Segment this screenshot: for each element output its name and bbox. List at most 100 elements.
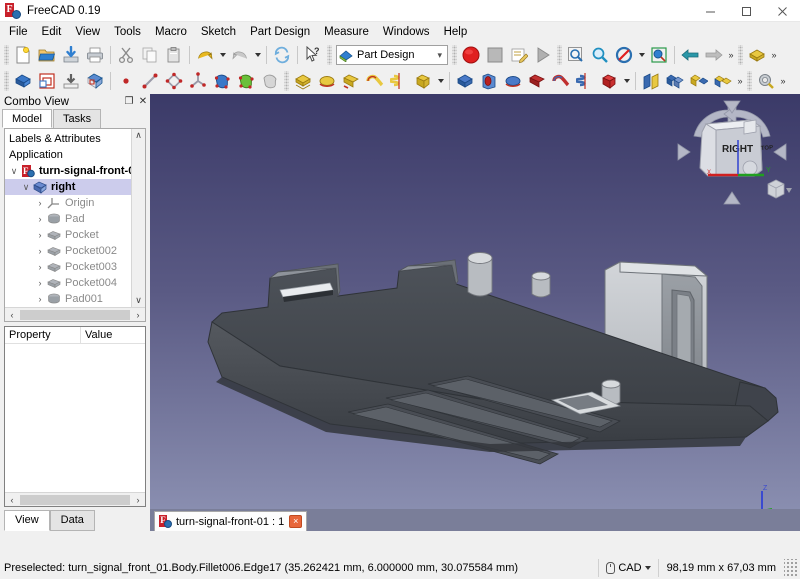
tab-data[interactable]: Data — [49, 510, 95, 531]
subtractive-pipe-icon[interactable] — [549, 69, 573, 93]
draw-style-icon[interactable] — [612, 43, 636, 67]
toolbar-handle[interactable] — [452, 45, 457, 65]
create-shapebinder-icon[interactable] — [210, 69, 234, 93]
scroll-down-icon[interactable]: ∨ — [135, 294, 142, 307]
tree-item-pocket002[interactable]: › Pocket002 — [5, 243, 145, 259]
tree-item-body-right[interactable]: ∨ right — [5, 179, 145, 196]
create-polyline-icon[interactable] — [162, 69, 186, 93]
create-line-icon[interactable] — [138, 69, 162, 93]
chevron-down-icon[interactable]: ∨ — [19, 182, 33, 193]
macro-execute-icon[interactable] — [531, 43, 555, 67]
create-point-icon[interactable] — [114, 69, 138, 93]
additive-loft-icon[interactable] — [339, 69, 363, 93]
toolbar-handle[interactable] — [747, 71, 752, 91]
create-sketch-icon[interactable] — [35, 69, 59, 93]
close-panel-icon[interactable]: ✕ — [136, 96, 150, 107]
subtractive-dropdown-icon[interactable] — [621, 69, 632, 93]
tree-horizontal-scrollbar[interactable]: ‹ › — [5, 307, 145, 322]
tree-item-pocket003[interactable]: › Pocket003 — [5, 259, 145, 275]
toolbar-handle[interactable] — [4, 45, 9, 65]
fit-all-icon[interactable] — [564, 43, 588, 67]
tree-item-pocket004[interactable]: › Pocket004 — [5, 275, 145, 291]
redo-icon[interactable] — [228, 43, 252, 67]
undo-dropdown-icon[interactable] — [217, 43, 228, 67]
undo-icon[interactable] — [193, 43, 217, 67]
menu-sketch[interactable]: Sketch — [194, 24, 243, 41]
menu-measure[interactable]: Measure — [317, 24, 376, 41]
chevron-right-icon[interactable]: › — [33, 278, 47, 288]
additive-pipe-icon[interactable] — [363, 69, 387, 93]
create-datum-icon[interactable] — [186, 69, 210, 93]
scroll-left-icon[interactable]: ‹ — [5, 310, 19, 320]
maximize-button[interactable] — [728, 0, 764, 22]
pocket-icon[interactable] — [453, 69, 477, 93]
subtractive-loft-icon[interactable] — [525, 69, 549, 93]
save-document-icon[interactable] — [59, 43, 83, 67]
additive-box-icon[interactable] — [411, 69, 435, 93]
close-button[interactable] — [764, 0, 800, 22]
chevron-down-icon[interactable]: ∨ — [7, 166, 21, 177]
menu-file[interactable]: File — [2, 24, 35, 41]
macro-record-icon[interactable] — [459, 43, 483, 67]
toolbar-overflow-icon[interactable]: » — [769, 50, 779, 60]
subtractive-box-icon[interactable] — [597, 69, 621, 93]
workbench-selector[interactable]: Part Design ▾ — [336, 45, 448, 65]
redo-dropdown-icon[interactable] — [252, 43, 263, 67]
tab-view[interactable]: View — [4, 510, 50, 531]
chevron-right-icon[interactable]: › — [33, 230, 47, 240]
scroll-left-icon[interactable]: ‹ — [5, 495, 19, 505]
property-horizontal-scrollbar[interactable]: ‹ › — [5, 492, 145, 506]
tab-tasks[interactable]: Tasks — [52, 109, 102, 129]
toolbar-handle[interactable] — [738, 45, 743, 65]
create-body-icon[interactable] — [11, 69, 35, 93]
fit-selection-icon[interactable] — [588, 43, 612, 67]
chevron-right-icon[interactable]: › — [33, 246, 47, 256]
copy-icon[interactable] — [138, 43, 162, 67]
cut-icon[interactable] — [114, 43, 138, 67]
menu-windows[interactable]: Windows — [376, 24, 437, 41]
toolbar-handle[interactable] — [557, 45, 562, 65]
print-icon[interactable] — [83, 43, 107, 67]
chevron-right-icon[interactable]: › — [33, 262, 47, 272]
previous-view-icon[interactable] — [678, 43, 702, 67]
whats-this-icon[interactable]: ? — [301, 43, 325, 67]
tree-item-document[interactable]: ∨ F turn-signal-front-01 — [5, 163, 145, 179]
tree-vertical-scrollbar[interactable]: ∧ ∨ — [131, 129, 145, 308]
3d-canvas[interactable]: RIGHT TOP X Y — [150, 94, 800, 531]
next-view-icon[interactable] — [702, 43, 726, 67]
refresh-icon[interactable] — [270, 43, 294, 67]
revolution-icon[interactable] — [315, 69, 339, 93]
axonometric-icon[interactable] — [647, 43, 671, 67]
paste-icon[interactable] — [162, 43, 186, 67]
tree-item-pocket[interactable]: › Pocket — [5, 227, 145, 243]
tree-item-origin[interactable]: › Origin — [5, 195, 145, 211]
menu-macro[interactable]: Macro — [148, 24, 194, 41]
map-sketch-icon[interactable] — [83, 69, 107, 93]
measure-icon[interactable] — [754, 69, 778, 93]
create-subshapebinder-icon[interactable] — [234, 69, 258, 93]
macro-stop-icon[interactable] — [483, 43, 507, 67]
toolbar-overflow-icon[interactable]: » — [735, 76, 745, 86]
menu-edit[interactable]: Edit — [35, 24, 69, 41]
linear-pattern-icon[interactable] — [663, 69, 687, 93]
pad-icon[interactable] — [745, 43, 769, 67]
additive-helix-icon[interactable] — [387, 69, 411, 93]
hole-icon[interactable] — [477, 69, 501, 93]
scroll-right-icon[interactable]: › — [131, 495, 145, 505]
draw-style-dropdown-icon[interactable] — [636, 43, 647, 67]
menu-part-design[interactable]: Part Design — [243, 24, 317, 41]
polar-pattern-icon[interactable] — [687, 69, 711, 93]
resize-grip[interactable] — [784, 559, 798, 577]
macro-edit-icon[interactable] — [507, 43, 531, 67]
navigation-cube[interactable]: RIGHT TOP X Y — [672, 96, 792, 211]
minimize-button[interactable] — [692, 0, 728, 22]
close-tab-icon[interactable]: × — [289, 515, 303, 528]
menu-tools[interactable]: Tools — [107, 24, 148, 41]
3d-viewport[interactable]: RIGHT TOP X Y — [150, 94, 800, 531]
toolbar-handle[interactable] — [327, 45, 332, 65]
chevron-right-icon[interactable]: › — [33, 214, 47, 224]
menu-help[interactable]: Help — [437, 24, 475, 41]
toolbar-handle[interactable] — [4, 71, 9, 91]
menu-view[interactable]: View — [68, 24, 107, 41]
mirrored-icon[interactable] — [639, 69, 663, 93]
